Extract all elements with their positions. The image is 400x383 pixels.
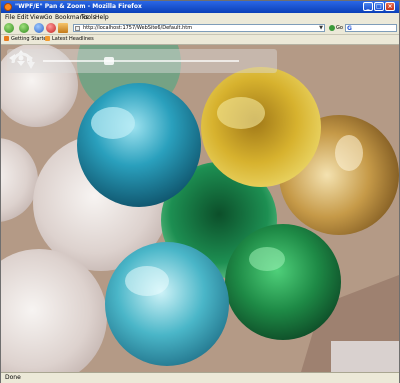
status-text: Done <box>5 374 21 381</box>
firefox-icon <box>4 3 12 11</box>
menu-edit[interactable]: Edit <box>17 13 29 22</box>
rss-feed-icon <box>45 36 50 41</box>
page-content[interactable] <box>1 45 399 372</box>
browser-window: "WPF/E" Pan & Zoom - Mozilla Firefox _ □… <box>0 0 400 383</box>
minimize-button[interactable]: _ <box>363 2 373 11</box>
gold-sphere <box>201 67 321 187</box>
home-button[interactable] <box>58 23 68 33</box>
menu-view[interactable]: View <box>30 13 44 22</box>
menu-help[interactable]: Help <box>95 13 109 22</box>
close-button[interactable]: × <box>385 2 395 11</box>
sphere-highlight <box>91 107 135 139</box>
maximize-button[interactable]: □ <box>374 2 384 11</box>
back-button[interactable] <box>4 23 14 33</box>
forward-button[interactable] <box>19 23 29 33</box>
menu-tools[interactable]: Tools <box>81 13 96 22</box>
zoom-slider[interactable] <box>43 60 239 62</box>
bookmark-label: Getting Started <box>11 36 50 42</box>
sphere-highlight <box>249 247 285 271</box>
pan-zoom-toolbar <box>7 49 277 73</box>
status-bar: Done <box>1 372 399 383</box>
menu-file[interactable]: File <box>5 13 15 22</box>
menu-go[interactable]: Go <box>44 13 52 22</box>
google-icon: G <box>347 25 352 32</box>
go-button[interactable]: Go <box>329 24 343 32</box>
reload-button[interactable] <box>34 23 44 33</box>
go-arrow-icon <box>329 24 335 31</box>
search-input[interactable]: G <box>345 24 397 32</box>
sphere-highlight <box>335 135 363 171</box>
green-sphere <box>225 224 341 340</box>
bookmark-label: Latest Headlines <box>52 36 94 42</box>
cyan-sphere <box>105 242 229 366</box>
firefox-icon <box>4 36 9 41</box>
title-bar: "WPF/E" Pan & Zoom - Mozilla Firefox _ □… <box>1 1 399 13</box>
sphere-highlight <box>125 266 169 296</box>
bookmark-latest-headlines[interactable]: Latest Headlines <box>45 35 94 44</box>
bookmark-getting-started[interactable]: Getting Started <box>4 35 50 44</box>
address-bar[interactable]: http://localhost:1757/WebSite6/Default.h… <box>73 24 325 32</box>
background-corner <box>331 341 399 372</box>
bookmarks-toolbar: Getting Started Latest Headlines <box>1 35 399 45</box>
page-icon <box>75 26 80 31</box>
teal-sphere <box>77 83 201 207</box>
sphere-highlight <box>217 97 265 129</box>
window-title: "WPF/E" Pan & Zoom - Mozilla Firefox <box>15 3 142 10</box>
chevron-down-icon[interactable]: ▼ <box>317 24 325 32</box>
go-label: Go <box>336 25 343 31</box>
stop-button[interactable] <box>46 23 56 33</box>
navigation-toolbar: http://localhost:1757/WebSite6/Default.h… <box>1 22 399 35</box>
address-text: http://localhost:1757/WebSite6/Default.h… <box>83 25 193 31</box>
zoom-slider-thumb[interactable] <box>104 57 115 65</box>
spheres-canvas[interactable] <box>1 45 399 372</box>
menu-bar: File Edit View Go Bookmarks Tools Help <box>1 13 399 22</box>
rotate-reset-icon[interactable] <box>7 49 37 71</box>
